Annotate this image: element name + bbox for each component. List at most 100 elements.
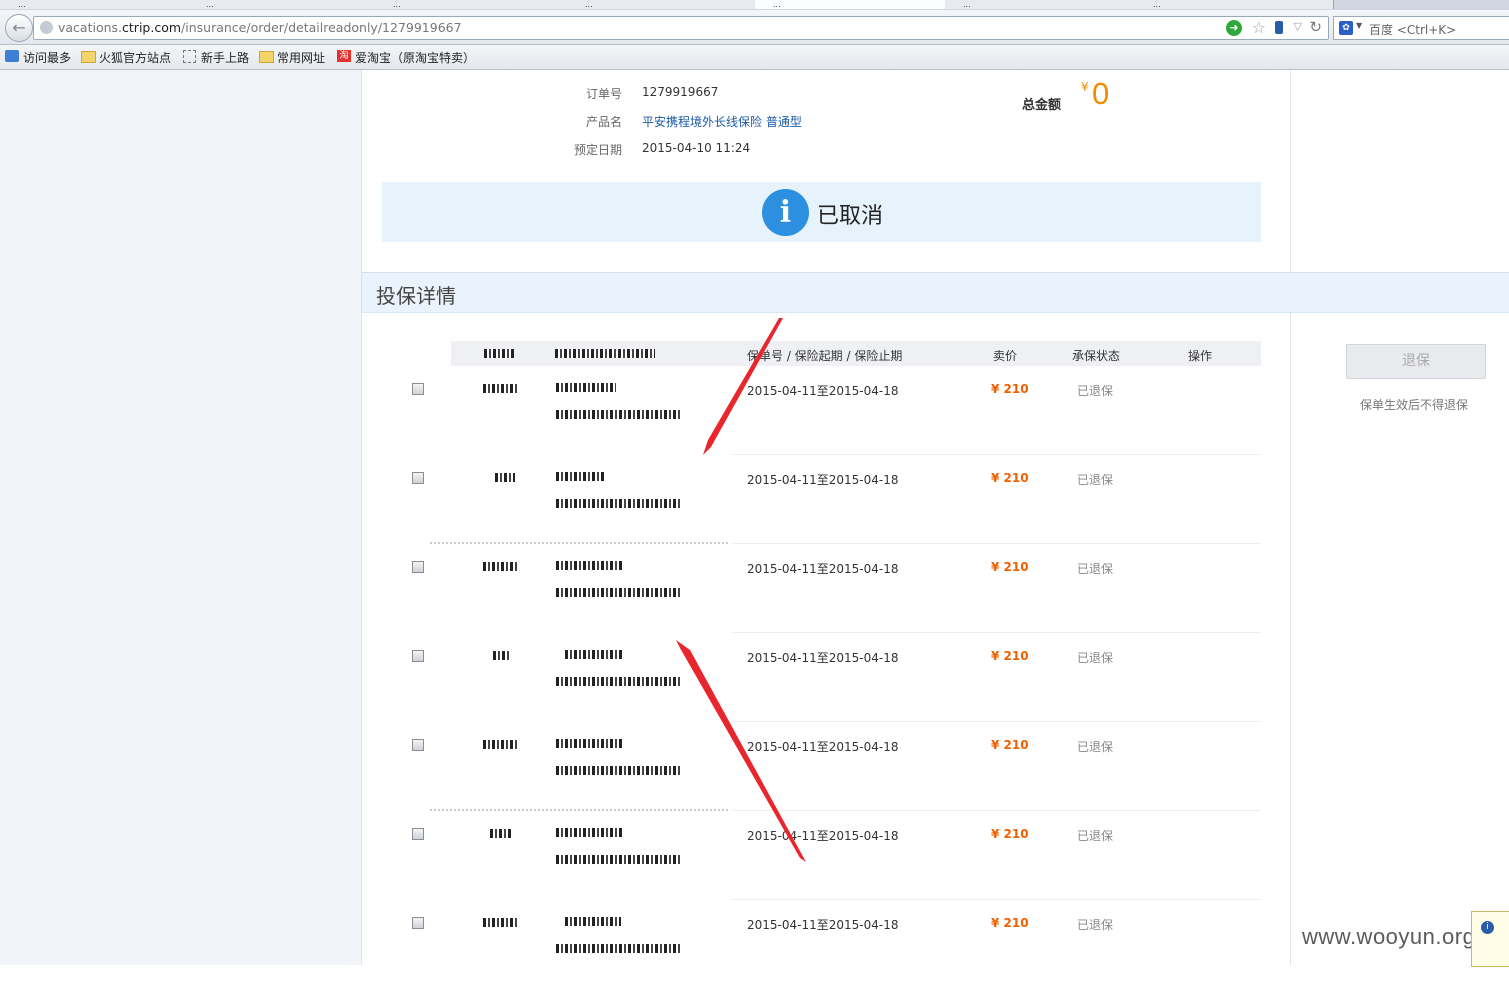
browser-tab[interactable]: ...: [567, 0, 766, 9]
row-checkbox[interactable]: [412, 561, 424, 573]
watermark: www.wooyun.org: [1302, 924, 1476, 949]
browser-tab[interactable]: ...: [945, 0, 1144, 9]
divider: [1290, 70, 1291, 272]
folder-icon: [81, 51, 96, 63]
info-icon: i: [762, 189, 809, 236]
header-price: 卖价: [993, 349, 1018, 363]
browser-tab[interactable]: ...: [755, 0, 954, 9]
section-title: 投保详情: [376, 284, 456, 308]
taobao-icon: 淘: [337, 50, 351, 62]
url-prefix: vacations.: [58, 20, 123, 35]
url-path: /insurance/order/detailreadonly/12799196…: [181, 20, 462, 35]
navigation-toolbar: ← vacations.ctrip.com/insurance/order/de…: [0, 10, 1509, 45]
browser-tab[interactable]: ...: [1135, 0, 1334, 9]
search-placeholder: 百度 <Ctrl+K>: [1369, 23, 1457, 37]
id-number-redacted: [556, 766, 682, 775]
policy-period: 2015-04-11至2015-04-18: [747, 651, 899, 665]
search-input[interactable]: ✿ ▼ 百度 <Ctrl+K>: [1333, 16, 1509, 40]
browser-tab[interactable]: ...: [188, 0, 392, 9]
table-row: 2015-04-11至2015-04-18 ¥ 210 已退保: [382, 633, 1261, 722]
policy-period: 2015-04-11至2015-04-18: [747, 829, 899, 843]
row-state: 已退保: [1077, 740, 1114, 754]
table-row: 2015-04-11至2015-04-18 ¥ 210 已退保: [382, 900, 1261, 989]
row-checkbox[interactable]: [412, 739, 424, 751]
row-checkbox[interactable]: [412, 917, 424, 929]
table-row: 2015-04-11至2015-04-18 ¥ 210 已退保: [382, 455, 1261, 544]
booking-date-label: 预定日期: [573, 143, 622, 157]
reload-icon[interactable]: ↻: [1309, 18, 1322, 36]
table-row: 2015-04-11至2015-04-18 ¥ 210 已退保: [382, 366, 1261, 455]
globe-icon: [40, 21, 53, 34]
insured-name-redacted: [483, 918, 519, 927]
row-checkbox[interactable]: [412, 472, 424, 484]
go-arrow-icon[interactable]: ➜: [1226, 20, 1242, 36]
insured-name-redacted: [483, 740, 517, 749]
bookmark-label: 常用网址: [277, 51, 326, 65]
url-text[interactable]: vacations.ctrip.com/insurance/order/deta…: [58, 20, 462, 35]
folder-icon: [259, 51, 274, 63]
notification-popup[interactable]: i: [1471, 911, 1509, 967]
id-number-redacted: [556, 410, 682, 419]
policy-number-redacted: [565, 650, 623, 659]
section-header: 投保详情: [362, 272, 1509, 313]
table-row: 2015-04-11至2015-04-18 ¥ 210 已退保: [382, 811, 1261, 900]
bookmarks-bar: 访问最多 火狐官方站点 新手上路 常用网址 淘爱淘宝（原淘宝特卖）: [0, 45, 1509, 70]
row-price: ¥ 210: [991, 916, 1029, 930]
policy-period: 2015-04-11至2015-04-18: [747, 918, 899, 932]
id-number-redacted: [556, 499, 682, 508]
url-domain: ctrip.com: [122, 20, 182, 35]
baidu-icon[interactable]: ✿: [1339, 21, 1353, 35]
row-state: 已退保: [1077, 829, 1114, 843]
info-icon: i: [1481, 921, 1494, 934]
policy-period: 2015-04-11至2015-04-18: [747, 740, 899, 754]
id-number-redacted: [556, 855, 682, 864]
bookmark-label: 新手上路: [201, 51, 250, 65]
address-bar[interactable]: vacations.ctrip.com/insurance/order/deta…: [33, 16, 1329, 40]
row-price: ¥ 210: [991, 827, 1029, 841]
product-link[interactable]: 平安携程境外长线保险 普通型: [642, 113, 802, 130]
order-status: 已取消: [817, 204, 884, 229]
bookmark-star-icon[interactable]: ☆: [1252, 18, 1266, 37]
table-row: 2015-04-11至2015-04-18 ¥ 210 已退保: [382, 722, 1261, 811]
bookmark-most-visited[interactable]: 访问最多: [5, 49, 71, 66]
row-checkbox[interactable]: [412, 650, 424, 662]
id-number-redacted: [556, 677, 682, 686]
browser-tab[interactable]: ...: [0, 0, 205, 9]
product-label: 产品名: [585, 115, 622, 129]
insured-name-redacted: [490, 829, 512, 838]
policy-period: 2015-04-11至2015-04-18: [747, 562, 899, 576]
chevron-down-icon[interactable]: ▼: [1356, 21, 1362, 30]
policy-number-redacted: [556, 561, 624, 570]
total-amount-label: 总金额: [1022, 98, 1062, 113]
header-policy: 保单号 / 保险起期 / 保险止期: [747, 349, 903, 363]
id-number-redacted: [556, 944, 682, 953]
browser-tab[interactable]: ...: [375, 0, 574, 9]
policy-number-redacted: [556, 828, 622, 837]
bookmark-aitaobao[interactable]: 淘爱淘宝（原淘宝特卖）: [337, 49, 475, 66]
status-banner: i 已取消: [382, 182, 1261, 242]
policy-number-redacted: [556, 739, 622, 748]
booking-date: 2015-04-10 11:24: [642, 141, 751, 155]
page-content: 订单号 1279919667 产品名 平安携程境外长线保险 普通型 预定日期 2…: [0, 70, 1509, 965]
order-number-label: 订单号: [585, 87, 622, 101]
policy-period: 2015-04-11至2015-04-18: [747, 473, 899, 487]
policy-number-redacted: [565, 917, 621, 926]
row-price: ¥ 210: [991, 649, 1029, 663]
insured-name-redacted: [493, 651, 511, 660]
row-checkbox[interactable]: [412, 383, 424, 395]
bookmark-getting-started[interactable]: 新手上路: [183, 49, 249, 66]
header-state: 承保状态: [1072, 349, 1121, 363]
back-button[interactable]: ←: [5, 14, 33, 42]
history-dropdown-icon[interactable]: ▽: [1294, 20, 1302, 33]
refund-button[interactable]: 退保: [1346, 344, 1486, 379]
bookmark-common-sites[interactable]: 常用网址: [259, 49, 325, 66]
bookmark-firefox-site[interactable]: 火狐官方站点: [81, 49, 171, 66]
row-price: ¥ 210: [991, 738, 1029, 752]
bookmark-label: 火狐官方站点: [99, 51, 172, 65]
currency-symbol: ¥: [1081, 80, 1089, 94]
phone-icon[interactable]: [1275, 21, 1283, 34]
insured-name-redacted: [483, 562, 517, 571]
row-checkbox[interactable]: [412, 828, 424, 840]
header-operations: 操作: [1188, 349, 1213, 363]
most-visited-icon: [5, 50, 19, 62]
